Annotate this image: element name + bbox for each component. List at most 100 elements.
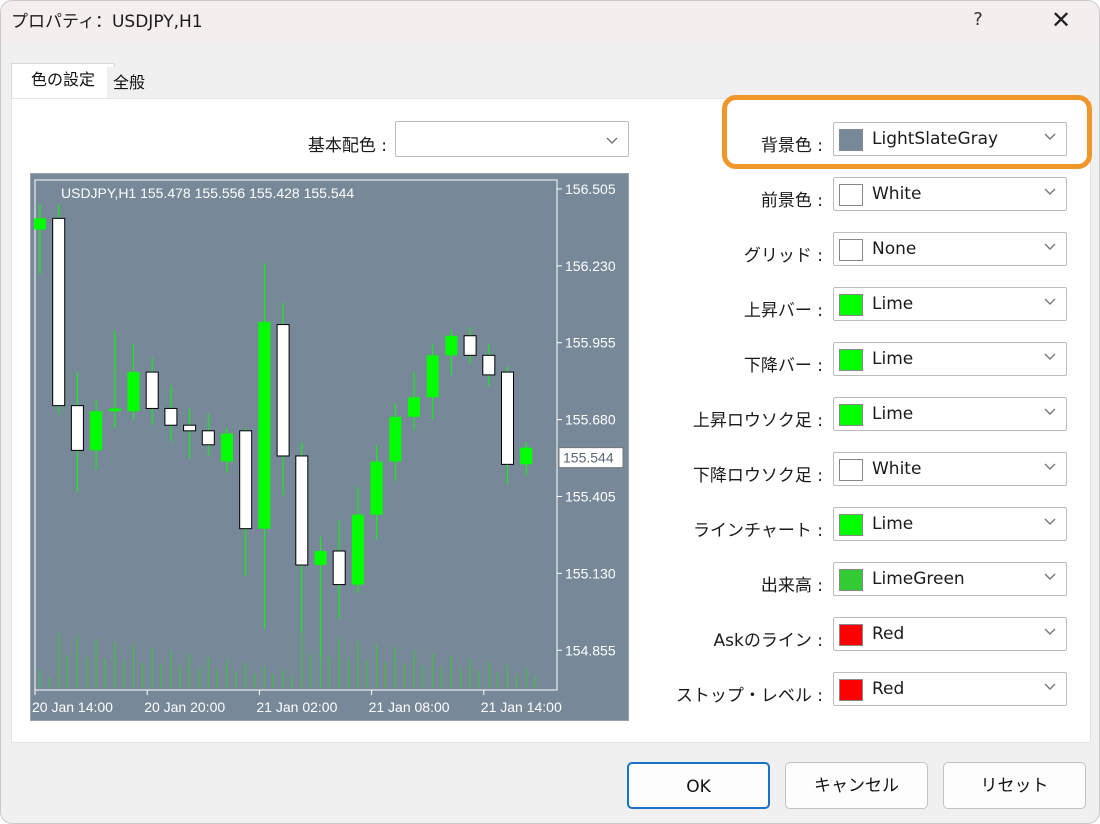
chevron-down-icon: [1044, 628, 1056, 635]
candle-body: [164, 407, 178, 426]
setting-label: ストップ・レベル :: [675, 686, 823, 706]
y-tick-label: 156.505: [565, 181, 616, 197]
candle-body: [520, 447, 533, 465]
color-swatch: [839, 514, 863, 536]
setting-color-value: Lime: [872, 294, 914, 314]
candle-body: [145, 371, 159, 409]
candle-body: [351, 514, 364, 585]
setting-color-select[interactable]: Red: [833, 617, 1067, 651]
title-bar: プロパティ：USDJPY,H1 ? ✕: [1, 1, 1099, 45]
candle-body: [183, 424, 197, 432]
candle-body: [276, 324, 290, 457]
tab-general[interactable]: 全般: [107, 67, 197, 99]
color-swatch: [839, 624, 863, 646]
color-swatch: [839, 239, 863, 261]
chevron-down-icon: [1044, 353, 1056, 360]
setting-color-select[interactable]: Lime: [833, 507, 1067, 541]
highlight-annotation: [722, 95, 1092, 169]
color-swatch: [839, 404, 863, 426]
setting-color-value: Lime: [872, 404, 914, 424]
x-tick-label: 21 Jan 02:00: [256, 699, 337, 715]
x-tick-label: 20 Jan 20:00: [144, 699, 225, 715]
candle-body: [108, 408, 121, 412]
color-swatch: [839, 184, 863, 206]
setting-label: 下降バー :: [743, 356, 823, 376]
candle-body: [314, 551, 327, 565]
setting-color-select[interactable]: LimeGreen: [833, 562, 1067, 596]
setting-color-select[interactable]: Lime: [833, 287, 1067, 321]
chevron-down-icon: [1044, 243, 1056, 250]
setting-color-value: Red: [872, 679, 905, 699]
x-tick-label: 20 Jan 14:00: [32, 699, 113, 715]
chevron-down-icon: [1044, 298, 1056, 305]
candle-body: [408, 397, 420, 417]
color-swatch: [839, 459, 863, 481]
candle-body: [52, 217, 66, 407]
y-tick-label: 155.130: [565, 565, 616, 581]
y-tick-label: 154.855: [565, 642, 616, 658]
help-button[interactable]: ?: [963, 5, 993, 35]
color-swatch: [839, 349, 863, 371]
setting-color-value: LimeGreen: [872, 569, 965, 589]
last-price-label: 155.544: [563, 450, 614, 466]
candle-body: [445, 335, 458, 356]
candle-body: [201, 430, 215, 446]
setting-label: 前景色 :: [760, 191, 823, 211]
candle-body: [258, 321, 271, 529]
color-swatch: [839, 569, 863, 591]
setting-label: Askのライン :: [713, 631, 823, 651]
candle-body: [332, 550, 346, 586]
setting-color-value: White: [872, 184, 922, 204]
candlestick-chart: USDJPY,H1 155.478 155.556 155.428 155.54…: [32, 179, 624, 715]
candle-body: [463, 335, 477, 356]
reset-button[interactable]: リセット: [943, 762, 1086, 809]
setting-color-select[interactable]: Lime: [833, 342, 1067, 376]
setting-label: ラインチャート :: [693, 521, 823, 541]
setting-color-value: Lime: [872, 514, 914, 534]
chevron-down-icon: [1044, 573, 1056, 580]
close-button[interactable]: ✕: [1041, 4, 1081, 36]
candle-body: [370, 461, 383, 515]
chevron-down-icon: [1044, 518, 1056, 525]
cancel-button[interactable]: キャンセル: [785, 762, 928, 809]
setting-color-select[interactable]: White: [833, 452, 1067, 486]
setting-label: グリッド :: [743, 246, 823, 266]
tab-color-settings[interactable]: 色の設定: [11, 63, 115, 100]
color-swatch: [839, 294, 863, 316]
basic-color-label: 基本配色 :: [307, 136, 387, 156]
setting-label: 下降ロウソク足 :: [692, 466, 823, 486]
chart-preview: USDJPY,H1 155.478 155.556 155.428 155.54…: [30, 173, 629, 721]
candle-body: [389, 416, 402, 462]
candle-body: [70, 405, 84, 451]
properties-dialog: プロパティ：USDJPY,H1 ? ✕ 色の設定 全般 基本配色 : USDJP…: [0, 0, 1100, 824]
x-tick-label: 21 Jan 08:00: [369, 699, 450, 715]
setting-color-select[interactable]: Lime: [833, 397, 1067, 431]
y-tick-label: 156.230: [565, 258, 616, 274]
window-title: プロパティ：USDJPY,H1: [11, 12, 203, 32]
setting-color-value: None: [872, 239, 917, 259]
x-tick-label: 21 Jan 14:00: [481, 699, 562, 715]
y-tick-label: 155.680: [565, 412, 616, 428]
basic-color-select[interactable]: [395, 121, 629, 157]
setting-color-value: Red: [872, 624, 905, 644]
y-tick-label: 155.955: [565, 335, 616, 351]
chevron-down-icon: [1044, 683, 1056, 690]
y-tick-label: 155.405: [565, 489, 616, 505]
chevron-down-icon: [606, 137, 618, 144]
setting-color-select[interactable]: Red: [833, 672, 1067, 706]
candle-body: [482, 354, 496, 376]
chevron-down-icon: [1044, 463, 1056, 470]
setting-color-value: White: [872, 459, 922, 479]
setting-label: 上昇ロウソク足 :: [692, 411, 823, 431]
setting-label: 出来高 :: [760, 576, 823, 596]
candle-body: [90, 411, 103, 451]
setting-color-select[interactable]: None: [833, 232, 1067, 266]
candle-body: [239, 430, 253, 530]
candle-body: [501, 371, 514, 465]
setting-color-select[interactable]: White: [833, 177, 1067, 211]
ok-button[interactable]: OK: [627, 762, 770, 809]
chart-title: USDJPY,H1 155.478 155.556 155.428 155.54…: [61, 185, 354, 201]
setting-color-value: Lime: [872, 349, 914, 369]
chevron-down-icon: [1044, 188, 1056, 195]
chevron-down-icon: [1044, 408, 1056, 415]
